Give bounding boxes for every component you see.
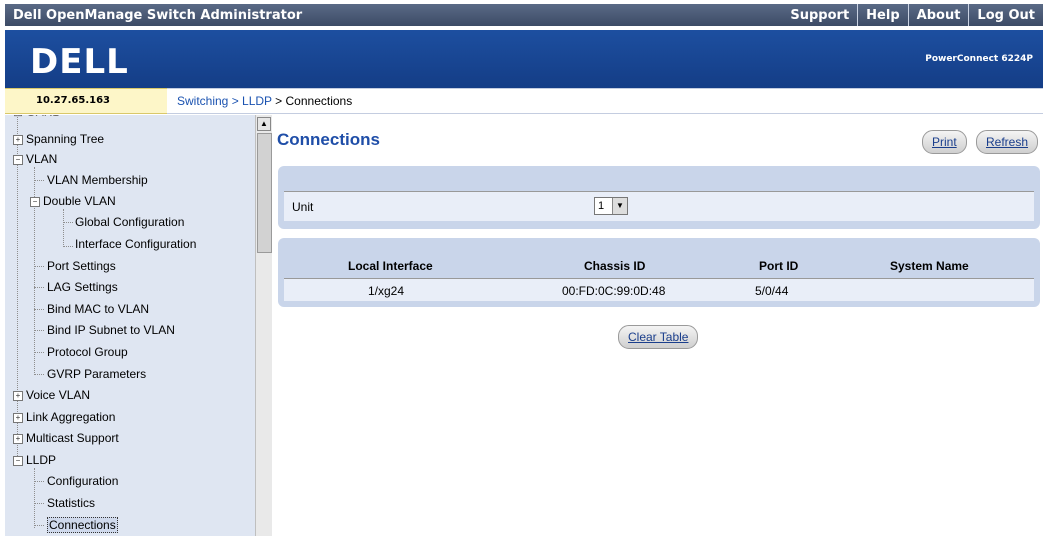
about-link[interactable]: About — [907, 4, 969, 26]
connections-table: Local Interface Chassis ID Port ID Syste… — [278, 238, 1040, 307]
sidebar-item-clipped[interactable]: ⊞ OAR1 — [13, 115, 59, 122]
header-local-interface: Local Interface — [348, 259, 433, 273]
table-row[interactable]: 1/xg24 00:FD:0C:99:0D:48 5/0/44 — [284, 278, 1034, 301]
breadcrumb-current: > Connections — [271, 94, 353, 108]
main-content: Connections Print Refresh Unit 1 ▼ Local… — [272, 112, 1043, 536]
unit-label: Unit — [292, 200, 314, 214]
breadcrumb-link-lldp[interactable]: Switching > LLDP — [177, 94, 272, 108]
support-link[interactable]: Support — [782, 4, 857, 26]
collapse-icon[interactable]: − — [30, 197, 40, 207]
switch-model: PowerConnect 6224P — [925, 54, 1033, 64]
unit-row: Unit 1 ▼ — [284, 191, 1034, 221]
tree-line — [34, 468, 35, 528]
sidebar-item-bind-ip-subnet[interactable]: Bind IP Subnet to VLAN — [47, 320, 175, 340]
ip-address: 10.27.65.163 — [36, 95, 111, 106]
sidebar-item-lldp-connections[interactable]: Connections — [47, 515, 118, 535]
title-strip: Dell OpenManage Switch Administrator Sup… — [5, 4, 1043, 26]
sidebar-item-vlan[interactable]: − VLAN — [13, 149, 57, 169]
expand-icon[interactable]: + — [13, 391, 23, 401]
sidebar-item-vlan-membership[interactable]: VLAN Membership — [47, 170, 148, 190]
sidebar-item-interface-configuration[interactable]: Interface Configuration — [75, 234, 196, 254]
logout-link[interactable]: Log Out — [968, 4, 1043, 26]
sidebar-item-protocol-group[interactable]: Protocol Group — [47, 342, 128, 362]
help-link[interactable]: Help — [857, 4, 907, 26]
collapse-icon[interactable]: − — [13, 155, 23, 165]
collapse-icon[interactable]: − — [13, 456, 23, 466]
sidebar-item-link-aggregation[interactable]: + Link Aggregation — [13, 407, 115, 427]
refresh-button[interactable]: Refresh — [976, 130, 1039, 154]
sidebar-scrollbar[interactable]: ▲ — [255, 115, 272, 536]
sidebar-item-port-settings[interactable]: Port Settings — [47, 256, 116, 276]
sidebar-tree: ⊞ OAR1 +Spanning Tree −VLAN VLAN Members… — [5, 115, 255, 536]
header-system-name: System Name — [890, 259, 969, 273]
expand-icon[interactable]: + — [13, 434, 23, 444]
ip-address-box: 10.27.65.163 — [5, 88, 167, 114]
sidebar-item-bind-mac[interactable]: Bind MAC to VLAN — [47, 299, 149, 319]
print-button[interactable]: Print — [922, 130, 967, 154]
unit-panel: Unit 1 ▼ — [278, 166, 1040, 229]
unit-select[interactable]: 1 ▼ — [594, 197, 628, 215]
dropdown-arrow-icon[interactable]: ▼ — [612, 198, 627, 214]
breadcrumb: Switching > LLDP > Connections — [167, 88, 1043, 114]
clear-table-button[interactable]: Clear Table — [618, 325, 699, 349]
sidebar-item-lldp-statistics[interactable]: Statistics — [47, 493, 95, 513]
sidebar-item-global-configuration[interactable]: Global Configuration — [75, 212, 184, 232]
top-bar: Dell OpenManage Switch Administrator Sup… — [0, 0, 1043, 30]
cell-port-id: 5/0/44 — [755, 284, 789, 298]
dell-logo: DELL — [30, 42, 129, 82]
header-port-id: Port ID — [759, 259, 799, 273]
sidebar-item-gvrp-parameters[interactable]: GVRP Parameters — [47, 364, 146, 384]
tree-line — [63, 209, 64, 247]
sidebar-item-voice-vlan[interactable]: + Voice VLAN — [13, 385, 90, 405]
sidebar-item-lag-settings[interactable]: LAG Settings — [47, 277, 118, 297]
header-chassis-id: Chassis ID — [584, 259, 646, 273]
scroll-thumb[interactable] — [257, 133, 272, 253]
scroll-up-icon[interactable]: ▲ — [257, 117, 271, 131]
expand-icon[interactable]: + — [13, 135, 23, 145]
page-title: Connections — [277, 130, 380, 149]
sidebar-item-double-vlan[interactable]: − Double VLAN — [30, 191, 116, 211]
expand-icon[interactable]: + — [13, 413, 23, 423]
top-links: Support Help About Log Out — [782, 4, 1043, 26]
unit-select-value: 1 — [598, 200, 605, 212]
brand-bar: DELL PowerConnect 6224P — [5, 30, 1043, 88]
sidebar-item-multicast-support[interactable]: + Multicast Support — [13, 428, 119, 448]
app-title: Dell OpenManage Switch Administrator — [13, 8, 303, 23]
sidebar-item-spanning-tree[interactable]: + Spanning Tree — [13, 129, 104, 149]
cell-local-interface: 1/xg24 — [368, 284, 405, 298]
cell-chassis-id: 00:FD:0C:99:0D:48 — [562, 284, 666, 298]
sidebar-item-lldp-configuration[interactable]: Configuration — [47, 471, 118, 491]
sidebar-item-lldp[interactable]: − LLDP — [13, 450, 56, 470]
